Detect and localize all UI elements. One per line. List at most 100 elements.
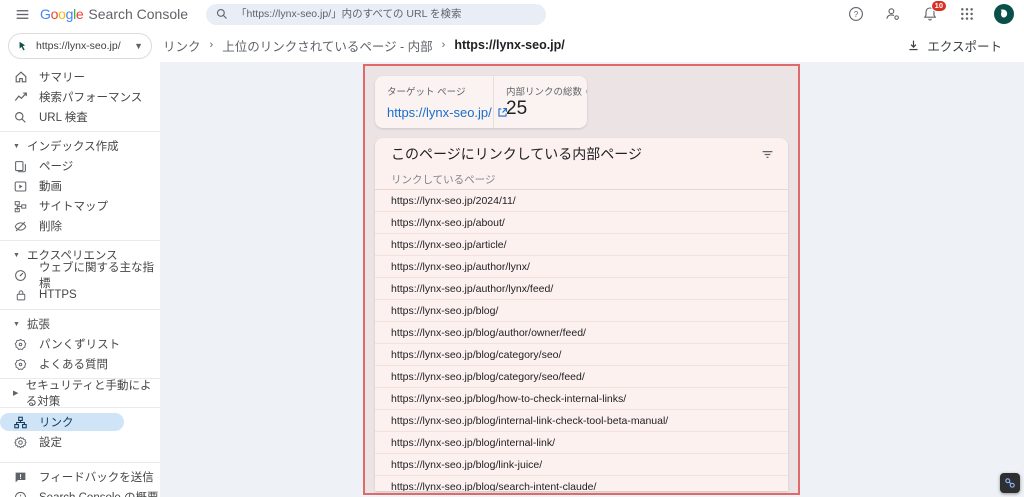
linking-pages-title: このページにリンクしている内部ページ xyxy=(391,144,642,164)
table-row[interactable]: https://lynx-seo.jp/blog/search-intent-c… xyxy=(375,476,788,491)
table-row[interactable]: https://lynx-seo.jp/blog/author/owner/fe… xyxy=(375,322,788,344)
logo-product-name: Search Console xyxy=(88,6,188,22)
account-avatar[interactable] xyxy=(994,4,1014,24)
sidebar-item-label: サマリー xyxy=(39,69,85,85)
sidebar-item-about-search-console[interactable]: Search Console の概要 xyxy=(0,488,160,497)
total-internal-links-cell: 内部リンクの総数 ? 25 xyxy=(493,76,587,128)
speedometer-icon xyxy=(13,268,28,283)
target-page-cell: ターゲット ページ https://lynx-seo.jp/ xyxy=(375,76,493,128)
magnifier-icon xyxy=(13,110,28,125)
notifications-badge: 10 xyxy=(931,0,947,12)
sidebar-item-send-feedback[interactable]: フィードバックを送信 xyxy=(0,468,160,486)
sidebar-item-removals[interactable]: 削除 xyxy=(0,217,160,235)
topbar-actions: ? 10 xyxy=(846,4,1014,24)
sidebar-item-core-web-vitals[interactable]: ウェブに関する主な指標 xyxy=(0,266,160,284)
sidebar-item-https[interactable]: HTTPS xyxy=(0,286,160,304)
lock-icon xyxy=(13,288,28,303)
table-row[interactable]: https://lynx-seo.jp/blog/ xyxy=(375,300,788,322)
divider xyxy=(0,240,160,241)
sidebar-section-label: 拡張 xyxy=(27,316,50,332)
top-app-bar: Google Search Console ? 10 xyxy=(0,0,1024,28)
user-settings-icon[interactable] xyxy=(883,4,903,24)
table-row[interactable]: https://lynx-seo.jp/blog/internal-link/ xyxy=(375,432,788,454)
table-row[interactable]: https://lynx-seo.jp/blog/category/seo/fe… xyxy=(375,366,788,388)
pages-icon xyxy=(13,159,28,174)
property-selector[interactable]: https://lynx-seo.jp/ ▼ xyxy=(8,33,152,59)
performance-chart-icon xyxy=(13,90,28,105)
app-logo[interactable]: Google Search Console xyxy=(40,6,188,22)
logo-letter: e xyxy=(76,6,84,22)
target-page-url: https://lynx-seo.jp/ xyxy=(387,105,492,120)
breadcrumb-row: リンク › 上位のリンクされているページ - 内部 › https://lynx… xyxy=(160,28,1024,62)
table-row[interactable]: https://lynx-seo.jp/author/lynx/ xyxy=(375,256,788,278)
google-search-console-app: Google Search Console ? 10 xyxy=(0,0,1024,497)
sidebar-item-label: Search Console の概要 xyxy=(39,489,159,497)
sidebar-item-faq[interactable]: よくある質問 xyxy=(0,355,160,373)
caret-down-icon: ▼ xyxy=(13,321,21,328)
export-button[interactable]: エクスポート xyxy=(901,32,1008,59)
property-type-icon xyxy=(18,41,29,52)
divider xyxy=(0,309,160,310)
sidebar-section-label: インデックス作成 xyxy=(27,138,119,154)
table-row[interactable]: https://lynx-seo.jp/2024/11/ xyxy=(375,190,788,212)
table-row[interactable]: https://lynx-seo.jp/blog/internal-link-c… xyxy=(375,410,788,432)
table-row[interactable]: https://lynx-seo.jp/article/ xyxy=(375,234,788,256)
table-row[interactable]: https://lynx-seo.jp/blog/link-juice/ xyxy=(375,454,788,476)
target-page-label: ターゲット ページ xyxy=(387,84,481,98)
info-icon xyxy=(13,490,28,497)
content-area: ターゲット ページ https://lynx-seo.jp/ 内部リンクの総数 xyxy=(160,62,1024,497)
logo-letter: o xyxy=(51,6,59,22)
sidebar-item-url-inspection[interactable]: URL 検査 xyxy=(0,108,160,126)
sidebar-section-label: セキュリティと手動による対策 xyxy=(26,377,160,409)
breadcrumb-item-top-linked-pages[interactable]: 上位のリンクされているページ - 内部 xyxy=(222,36,432,55)
sidebar: https://lynx-seo.jp/ ▼ サマリー 検索パフォーマンス UR… xyxy=(0,28,160,497)
sidebar-item-links[interactable]: リンク xyxy=(0,413,124,431)
column-header-linking-page[interactable]: リンクしているページ xyxy=(375,170,788,190)
chevron-down-icon: ▼ xyxy=(134,41,143,51)
table-row[interactable]: https://lynx-seo.jp/blog/category/seo/ xyxy=(375,344,788,366)
divider xyxy=(0,462,160,463)
sidebar-item-label: ページ xyxy=(39,158,73,174)
gear-icon xyxy=(13,435,28,450)
total-internal-links-value: 25 xyxy=(506,98,587,120)
sidebar-item-breadcrumbs[interactable]: パンくずリスト xyxy=(0,335,160,353)
annotation-highlight-box: ターゲット ページ https://lynx-seo.jp/ 内部リンクの総数 xyxy=(363,64,800,495)
sidebar-item-pages[interactable]: ページ xyxy=(0,157,160,175)
sidebar-item-label: 削除 xyxy=(39,218,62,234)
help-circle-icon[interactable]: ? xyxy=(586,87,587,96)
target-page-link[interactable]: https://lynx-seo.jp/ xyxy=(387,105,481,120)
logo-letter: G xyxy=(40,6,51,22)
main-area: リンク › 上位のリンクされているページ - 内部 › https://lynx… xyxy=(160,28,1024,497)
search-input[interactable] xyxy=(236,8,536,20)
export-label: エクスポート xyxy=(927,36,1002,55)
sidebar-item-settings[interactable]: 設定 xyxy=(0,433,160,451)
breadcrumb-item-links[interactable]: リンク xyxy=(163,36,201,55)
filter-icon[interactable] xyxy=(761,148,774,161)
logo-letter: g xyxy=(66,6,74,22)
sidebar-item-search-performance[interactable]: 検索パフォーマンス xyxy=(0,88,160,106)
sidebar-item-label: フィードバックを送信 xyxy=(39,469,154,485)
caret-down-icon: ▼ xyxy=(13,143,21,150)
table-row[interactable]: https://lynx-seo.jp/blog/how-to-check-in… xyxy=(375,388,788,410)
google-apps-grid-icon[interactable] xyxy=(957,4,977,24)
logo-letter: o xyxy=(58,6,66,22)
breadcrumb-item-current-url: https://lynx-seo.jp/ xyxy=(454,38,564,52)
help-icon[interactable]: ? xyxy=(846,4,866,24)
removals-icon xyxy=(13,219,28,234)
sidebar-section-security[interactable]: ▶ セキュリティと手動による対策 xyxy=(0,384,160,402)
translate-extension-icon[interactable] xyxy=(1000,473,1020,493)
sidebar-item-summary[interactable]: サマリー xyxy=(0,68,160,86)
notifications-bell-icon[interactable]: 10 xyxy=(920,4,940,24)
sidebar-item-label: 設定 xyxy=(39,434,62,450)
sidebar-item-label: よくある質問 xyxy=(39,356,108,372)
table-row[interactable]: https://lynx-seo.jp/author/lynx/feed/ xyxy=(375,278,788,300)
table-row[interactable]: https://lynx-seo.jp/about/ xyxy=(375,212,788,234)
sidebar-item-sitemaps[interactable]: サイトマップ xyxy=(0,197,160,215)
sidebar-section-indexing[interactable]: ▼ インデックス作成 xyxy=(0,137,160,155)
url-search-bar[interactable] xyxy=(206,4,546,25)
rich-result-icon xyxy=(13,357,28,372)
sidebar-item-video[interactable]: 動画 xyxy=(0,177,160,195)
hamburger-menu-icon[interactable] xyxy=(8,2,36,26)
sidebar-section-enhancements[interactable]: ▼ 拡張 xyxy=(0,315,160,333)
target-page-summary-card: ターゲット ページ https://lynx-seo.jp/ 内部リンクの総数 xyxy=(375,76,587,128)
